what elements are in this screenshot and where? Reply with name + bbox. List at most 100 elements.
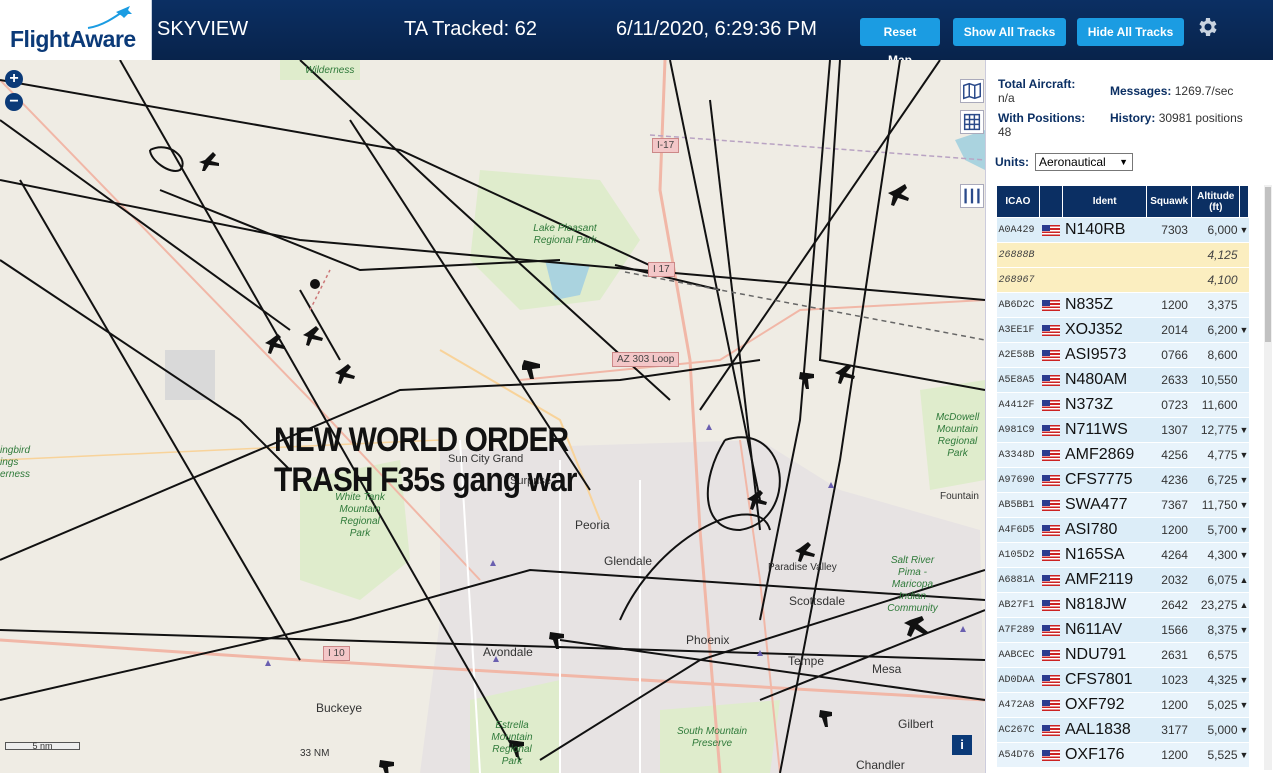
table-row[interactable]: AB5BB1 SWA477 7367 11,750 ▼ bbox=[996, 492, 1249, 518]
zoom-in-button[interactable]: + bbox=[5, 70, 23, 88]
table-row[interactable]: A6881A AMF2119 2032 6,075 ▲ bbox=[996, 567, 1249, 593]
table-row[interactable]: A4F6D5 ASI780 1200 5,700 ▼ bbox=[996, 517, 1249, 543]
cell-ident: CFS7801 bbox=[1062, 667, 1147, 693]
cell-flag bbox=[1039, 217, 1063, 243]
park-label-south-mountain: South Mountain Preserve bbox=[676, 726, 748, 749]
logo-text: FlightAware bbox=[10, 26, 136, 52]
units-value: Aeronautical bbox=[1039, 155, 1106, 169]
us-flag-icon bbox=[1042, 399, 1061, 411]
cell-squawk: 1307 bbox=[1146, 417, 1192, 443]
gear-icon[interactable] bbox=[1195, 15, 1219, 39]
park-label-mcdowell: McDowell Mountain Regional Park bbox=[935, 412, 980, 459]
cell-ident: AAL1838 bbox=[1062, 717, 1147, 743]
cell-ident: N711WS bbox=[1062, 417, 1147, 443]
cell-squawk: 2633 bbox=[1146, 367, 1192, 393]
table-row[interactable]: A3348D AMF2869 4256 4,775 ▼ bbox=[996, 442, 1249, 468]
city-label-chandler: Chandler bbox=[856, 758, 905, 772]
col-header-flag[interactable] bbox=[1038, 185, 1064, 218]
app-title: SKYVIEW bbox=[157, 18, 249, 40]
us-flag-icon bbox=[1042, 474, 1061, 486]
cell-icao: AC267C bbox=[996, 717, 1040, 743]
units-select[interactable]: Aeronautical ▼ bbox=[1035, 153, 1133, 171]
cell-squawk: 0723 bbox=[1146, 392, 1192, 418]
cell-icao: A54D76 bbox=[996, 742, 1040, 768]
us-flag-icon bbox=[1042, 549, 1061, 561]
table-row[interactable]: 268967 4,100 bbox=[996, 267, 1249, 293]
table-row[interactable]: A3EE1F XOJ352 2014 6,200 ▼ bbox=[996, 317, 1249, 343]
table-row[interactable]: 26888B 4,125 bbox=[996, 242, 1249, 268]
zoom-out-button[interactable]: − bbox=[5, 93, 23, 111]
cell-altitude: 6,200 bbox=[1191, 317, 1240, 343]
cell-ident: OXF792 bbox=[1062, 692, 1147, 718]
city-label-mesa: Mesa bbox=[872, 662, 902, 676]
city-label-buckeye: Buckeye bbox=[316, 701, 363, 715]
cell-ident: N835Z bbox=[1062, 292, 1147, 318]
us-flag-icon bbox=[1042, 299, 1061, 311]
scale-bar: 5 nm bbox=[5, 742, 80, 751]
cell-squawk: 2032 bbox=[1146, 567, 1192, 593]
table-row[interactable]: A4412F N373Z 0723 11,600 bbox=[996, 392, 1249, 418]
cell-ident: SWA477 bbox=[1062, 492, 1147, 518]
col-header-icao[interactable]: ICAO bbox=[996, 185, 1040, 218]
table-row[interactable]: AC267C AAL1838 3177 5,000 ▼ bbox=[996, 717, 1249, 743]
current-datetime: 6/11/2020, 6:29:36 PM bbox=[616, 18, 817, 40]
cell-icao: A472A8 bbox=[996, 692, 1040, 718]
panel-scrollbar-thumb[interactable] bbox=[1265, 187, 1271, 342]
vertical-rate-icon bbox=[1239, 242, 1249, 268]
city-label-avondale: Avondale bbox=[483, 645, 533, 659]
us-flag-icon bbox=[1042, 374, 1061, 386]
aircraft-table-wrapper: ICAO Ident Squawk Altitude (ft) A0A429 N1… bbox=[996, 185, 1249, 773]
col-header-squawk[interactable]: Squawk bbox=[1145, 185, 1193, 218]
vertical-rate-icon: ▼ bbox=[1239, 667, 1249, 693]
vertical-rate-icon: ▼ bbox=[1239, 417, 1249, 443]
table-row[interactable]: A97690 CFS7775 4236 6,725 ▼ bbox=[996, 467, 1249, 493]
cell-altitude: 3,375 bbox=[1191, 292, 1240, 318]
vertical-rate-icon: ▲ bbox=[1239, 567, 1249, 593]
vertical-rate-icon: ▼ bbox=[1239, 542, 1249, 568]
table-row[interactable]: A2E58B ASI9573 0766 8,600 bbox=[996, 342, 1249, 368]
cell-flag bbox=[1039, 417, 1063, 443]
table-row[interactable]: AD0DAA CFS7801 1023 4,325 ▼ bbox=[996, 667, 1249, 693]
vertical-rate-icon: ▼ bbox=[1239, 692, 1249, 718]
info-button[interactable]: i bbox=[952, 735, 972, 755]
table-row[interactable]: A5E8A5 N480AM 2633 10,550 bbox=[996, 367, 1249, 393]
cell-icao: A4F6D5 bbox=[996, 517, 1040, 543]
table-row[interactable]: A105D2 N165SA 4264 4,300 ▼ bbox=[996, 542, 1249, 568]
vertical-rate-icon: ▼ bbox=[1239, 317, 1249, 343]
columns-icon[interactable] bbox=[960, 184, 984, 208]
table-row[interactable]: A0A429 N140RB 7303 6,000 ▼ bbox=[996, 217, 1249, 243]
table-row[interactable]: AABCEC NDU791 2631 6,575 bbox=[996, 642, 1249, 668]
cell-squawk bbox=[1146, 242, 1192, 268]
us-flag-icon bbox=[1042, 324, 1061, 336]
table-row[interactable]: AB6D2C N835Z 1200 3,375 bbox=[996, 292, 1249, 318]
map-view[interactable]: Wilderness Lake Pleasant Regional Park W… bbox=[0, 60, 985, 773]
col-header-ident[interactable]: Ident bbox=[1062, 185, 1147, 218]
table-row[interactable]: AB27F1 N818JW 2642 23,275 ▲ bbox=[996, 592, 1249, 618]
table-row[interactable]: A472A8 OXF792 1200 5,025 ▼ bbox=[996, 692, 1249, 718]
table-row[interactable]: A981C9 N711WS 1307 12,775 ▼ bbox=[996, 417, 1249, 443]
cell-altitude: 5,525 bbox=[1191, 742, 1240, 768]
cell-icao: A5E8A5 bbox=[996, 367, 1040, 393]
cell-flag bbox=[1039, 242, 1063, 268]
cell-flag bbox=[1039, 317, 1063, 343]
cell-ident: NDU791 bbox=[1062, 642, 1147, 668]
table-row[interactable]: A54D76 OXF176 1200 5,525 ▼ bbox=[996, 742, 1249, 768]
reset-map-button[interactable]: Reset Map bbox=[860, 18, 940, 67]
show-all-tracks-button[interactable]: Show All Tracks bbox=[953, 18, 1066, 46]
cell-squawk bbox=[1146, 267, 1192, 293]
with-positions-value: 48 bbox=[998, 125, 1012, 139]
flightaware-logo[interactable]: FlightAware bbox=[0, 0, 152, 60]
messages-value: 1269.7/sec bbox=[1174, 84, 1234, 98]
table-row[interactable]: A7F289 N611AV 1566 8,375 ▼ bbox=[996, 617, 1249, 643]
vertical-rate-icon: ▼ bbox=[1239, 517, 1249, 543]
aircraft-panel: Total Aircraft: n/a With Positions: 48 M… bbox=[985, 60, 1273, 773]
vertical-rate-icon bbox=[1239, 342, 1249, 368]
city-label-scottsdale: Scottsdale bbox=[789, 594, 846, 608]
col-header-altitude[interactable]: Altitude (ft) bbox=[1191, 185, 1241, 218]
vertical-rate-icon: ▼ bbox=[1239, 717, 1249, 743]
hide-all-tracks-button[interactable]: Hide All Tracks bbox=[1077, 18, 1184, 46]
map-layer-icon[interactable] bbox=[960, 79, 984, 103]
overlay-line-2: TRASH F35s gang war bbox=[274, 461, 577, 499]
grid-icon[interactable] bbox=[960, 110, 984, 134]
col-header-vr[interactable] bbox=[1239, 185, 1249, 218]
